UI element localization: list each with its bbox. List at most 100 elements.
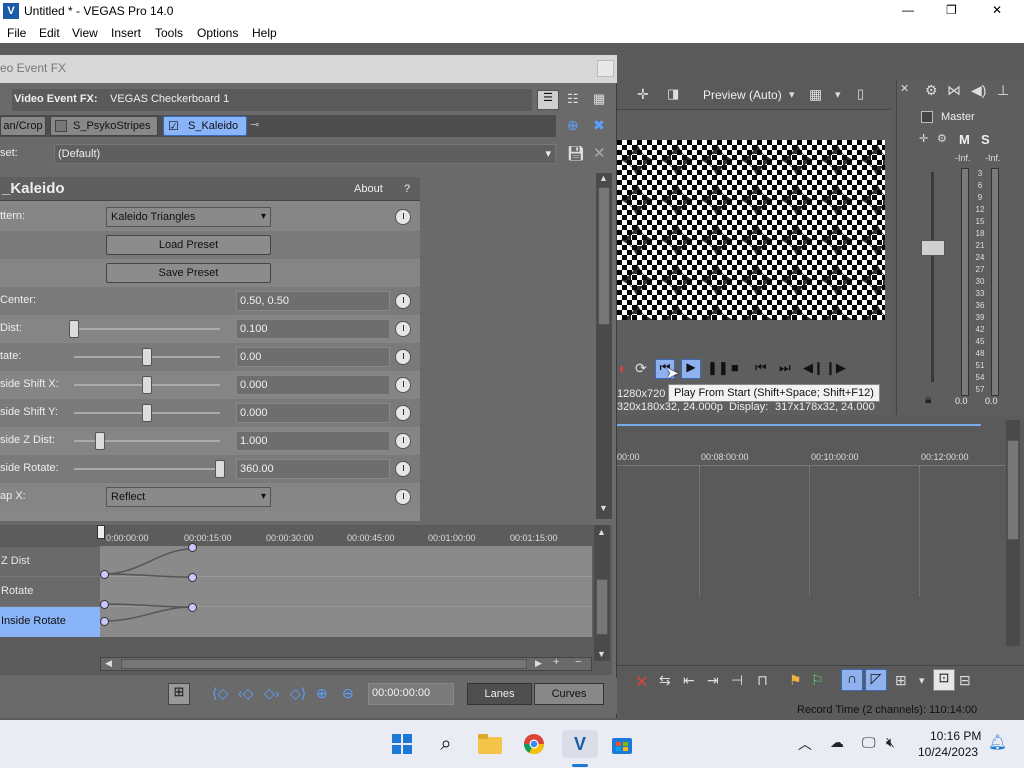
slider-thumb[interactable] (142, 404, 152, 422)
keyframe[interactable] (100, 617, 109, 626)
marker-icon[interactable]: ⚑ (789, 672, 802, 689)
animate-keyframe-icon[interactable] (395, 433, 411, 449)
animate-keyframe-icon[interactable] (395, 489, 411, 505)
vegas-taskbar-icon[interactable]: V (562, 730, 598, 758)
selection-tool-button[interactable]: ⊡ (933, 669, 955, 691)
animate-keyframe-icon[interactable] (395, 349, 411, 365)
vertical-scrollbar[interactable] (1006, 420, 1020, 646)
help-button[interactable]: ? (404, 183, 410, 195)
copy-snapshot-icon[interactable]: ▯ (857, 86, 864, 102)
stop-icon[interactable]: ■ (731, 360, 739, 375)
menu-insert[interactable]: Insert (111, 26, 141, 40)
scroll-thumb[interactable] (1007, 440, 1019, 540)
curves-tab[interactable]: Curves (534, 683, 604, 705)
chevron-up-icon[interactable]: ︿ (798, 734, 812, 754)
param-value-field[interactable]: 0.000 (236, 403, 390, 423)
minimize-button[interactable]: — (902, 3, 914, 17)
animate-keyframe-icon[interactable] (395, 321, 411, 337)
clock-date[interactable]: 10/24/2023 (918, 745, 978, 759)
slider-track[interactable] (74, 328, 220, 330)
menu-options[interactable]: Options (197, 26, 238, 40)
scroll-up-icon[interactable]: ▲ (599, 173, 608, 183)
next-marker-icon[interactable]: ⏭ (779, 360, 791, 376)
scroll-thumb[interactable] (121, 659, 527, 669)
param-value-field[interactable]: 360.00 (236, 459, 390, 479)
keyframe[interactable] (100, 570, 109, 579)
clock-time[interactable]: 10:16 PM (930, 729, 981, 743)
scroll-thumb[interactable] (598, 187, 610, 325)
automation-icon[interactable]: ✛ (919, 132, 928, 145)
preview-mode-dropdown[interactable]: Preview (Auto) (703, 88, 782, 102)
checkmark-icon[interactable]: ☑ (168, 117, 179, 135)
close-button[interactable]: ✕ (992, 3, 1002, 17)
menu-edit[interactable]: Edit (39, 26, 60, 40)
timecode-field[interactable]: 00:00:00:00 (368, 683, 454, 705)
animate-keyframe-icon[interactable] (395, 293, 411, 309)
animate-keyframe-icon[interactable] (395, 461, 411, 477)
scroll-right-icon[interactable]: ▶ (535, 658, 542, 669)
zoom-in-icon[interactable]: + (553, 656, 559, 668)
split-icon[interactable]: ⊣ (731, 672, 743, 689)
remove-plugin-icon[interactable]: ✖ (593, 117, 605, 134)
file-explorer-icon[interactable] (476, 730, 504, 758)
trim-end-icon[interactable]: ⇥ (707, 672, 719, 689)
grid-view-icon[interactable]: ▦ (593, 91, 605, 107)
slider-thumb[interactable] (142, 376, 152, 394)
keyframe[interactable] (188, 573, 197, 582)
prev-frame-icon[interactable]: ◀❙ (803, 360, 824, 376)
sync-cursor-button[interactable]: ⊞ (168, 683, 190, 705)
slider-thumb[interactable] (95, 432, 105, 450)
prev-marker-icon[interactable]: ⏮ (755, 360, 767, 376)
slider-track[interactable] (74, 468, 220, 470)
last-keyframe-icon[interactable]: ◇⟩ (290, 685, 306, 702)
param-value-field[interactable]: 0.100 (236, 319, 390, 339)
maximize-button[interactable]: ❐ (946, 3, 957, 17)
add-keyframe-icon[interactable]: ⊕ (316, 685, 328, 702)
param-dropdown[interactable]: Kaleido Triangles (106, 207, 271, 227)
lanes-tab[interactable]: Lanes (467, 683, 532, 705)
keyframe-hscroll[interactable]: ◀ ▶ + − (100, 656, 592, 671)
save-preset-icon[interactable]: 💾︎ (567, 145, 585, 162)
notification-bell-icon[interactable]: 🔔︎ (988, 733, 1007, 751)
speaker-icon[interactable]: ◀) (971, 82, 986, 99)
about-button[interactable]: About (354, 183, 383, 195)
next-frame-icon[interactable]: ❙▶ (825, 360, 846, 376)
master-checkbox[interactable] (921, 111, 933, 123)
chevron-down-icon[interactable]: ▾ (919, 674, 925, 687)
delete-keyframe-icon[interactable]: ⊖ (342, 685, 354, 702)
lock-icon[interactable]: 🔒︎ (925, 392, 931, 407)
cloud-icon[interactable]: ☁ (830, 734, 844, 751)
chrome-icon[interactable] (520, 730, 548, 758)
keyframe[interactable] (100, 600, 109, 609)
network-icon[interactable]: 🖵︎ (862, 734, 876, 751)
menu-file[interactable]: File (7, 26, 26, 40)
slider-thumb[interactable] (142, 348, 152, 366)
fx-chain-item[interactable]: S_PsykoStripes (50, 116, 158, 136)
record-icon[interactable]: ◖ (617, 360, 625, 376)
solo-button[interactable]: S (981, 132, 990, 147)
keyframe[interactable] (188, 603, 197, 612)
loop-icon[interactable]: ⟳ (635, 360, 647, 377)
close-pane-icon[interactable]: ✕ (900, 82, 909, 95)
pause-icon[interactable]: ❚❚ (707, 360, 729, 376)
mute-button[interactable]: M (959, 132, 970, 147)
master-fader[interactable] (921, 240, 945, 256)
bypass-checkbox[interactable] (55, 120, 67, 132)
prev-keyframe-icon[interactable]: ‹◇ (238, 685, 253, 702)
split-icon[interactable]: ✛ (637, 86, 649, 103)
animate-keyframe-icon[interactable] (395, 405, 411, 421)
track-row-selected[interactable]: Inside Rotate (0, 607, 100, 637)
scroll-down-icon[interactable]: ▼ (599, 503, 608, 513)
delete-preset-icon[interactable]: ✕ (593, 144, 606, 162)
slider-thumb[interactable] (69, 320, 79, 338)
slider-thumb[interactable] (215, 460, 225, 478)
param-value-field[interactable]: 0.50, 0.50 (236, 291, 390, 311)
param-dropdown[interactable]: Reflect (106, 487, 271, 507)
play-button[interactable]: ▶ (681, 359, 701, 379)
zoom-out-icon[interactable]: − (575, 656, 581, 668)
save-preset-button[interactable]: Save Preset (106, 263, 271, 283)
zoom-tool-icon[interactable]: ⊟ (959, 672, 971, 689)
track-row[interactable]: Rotate (0, 577, 100, 607)
menu-tools[interactable]: Tools (155, 26, 183, 40)
fx-chain-item[interactable]: an/Crop (0, 116, 46, 136)
